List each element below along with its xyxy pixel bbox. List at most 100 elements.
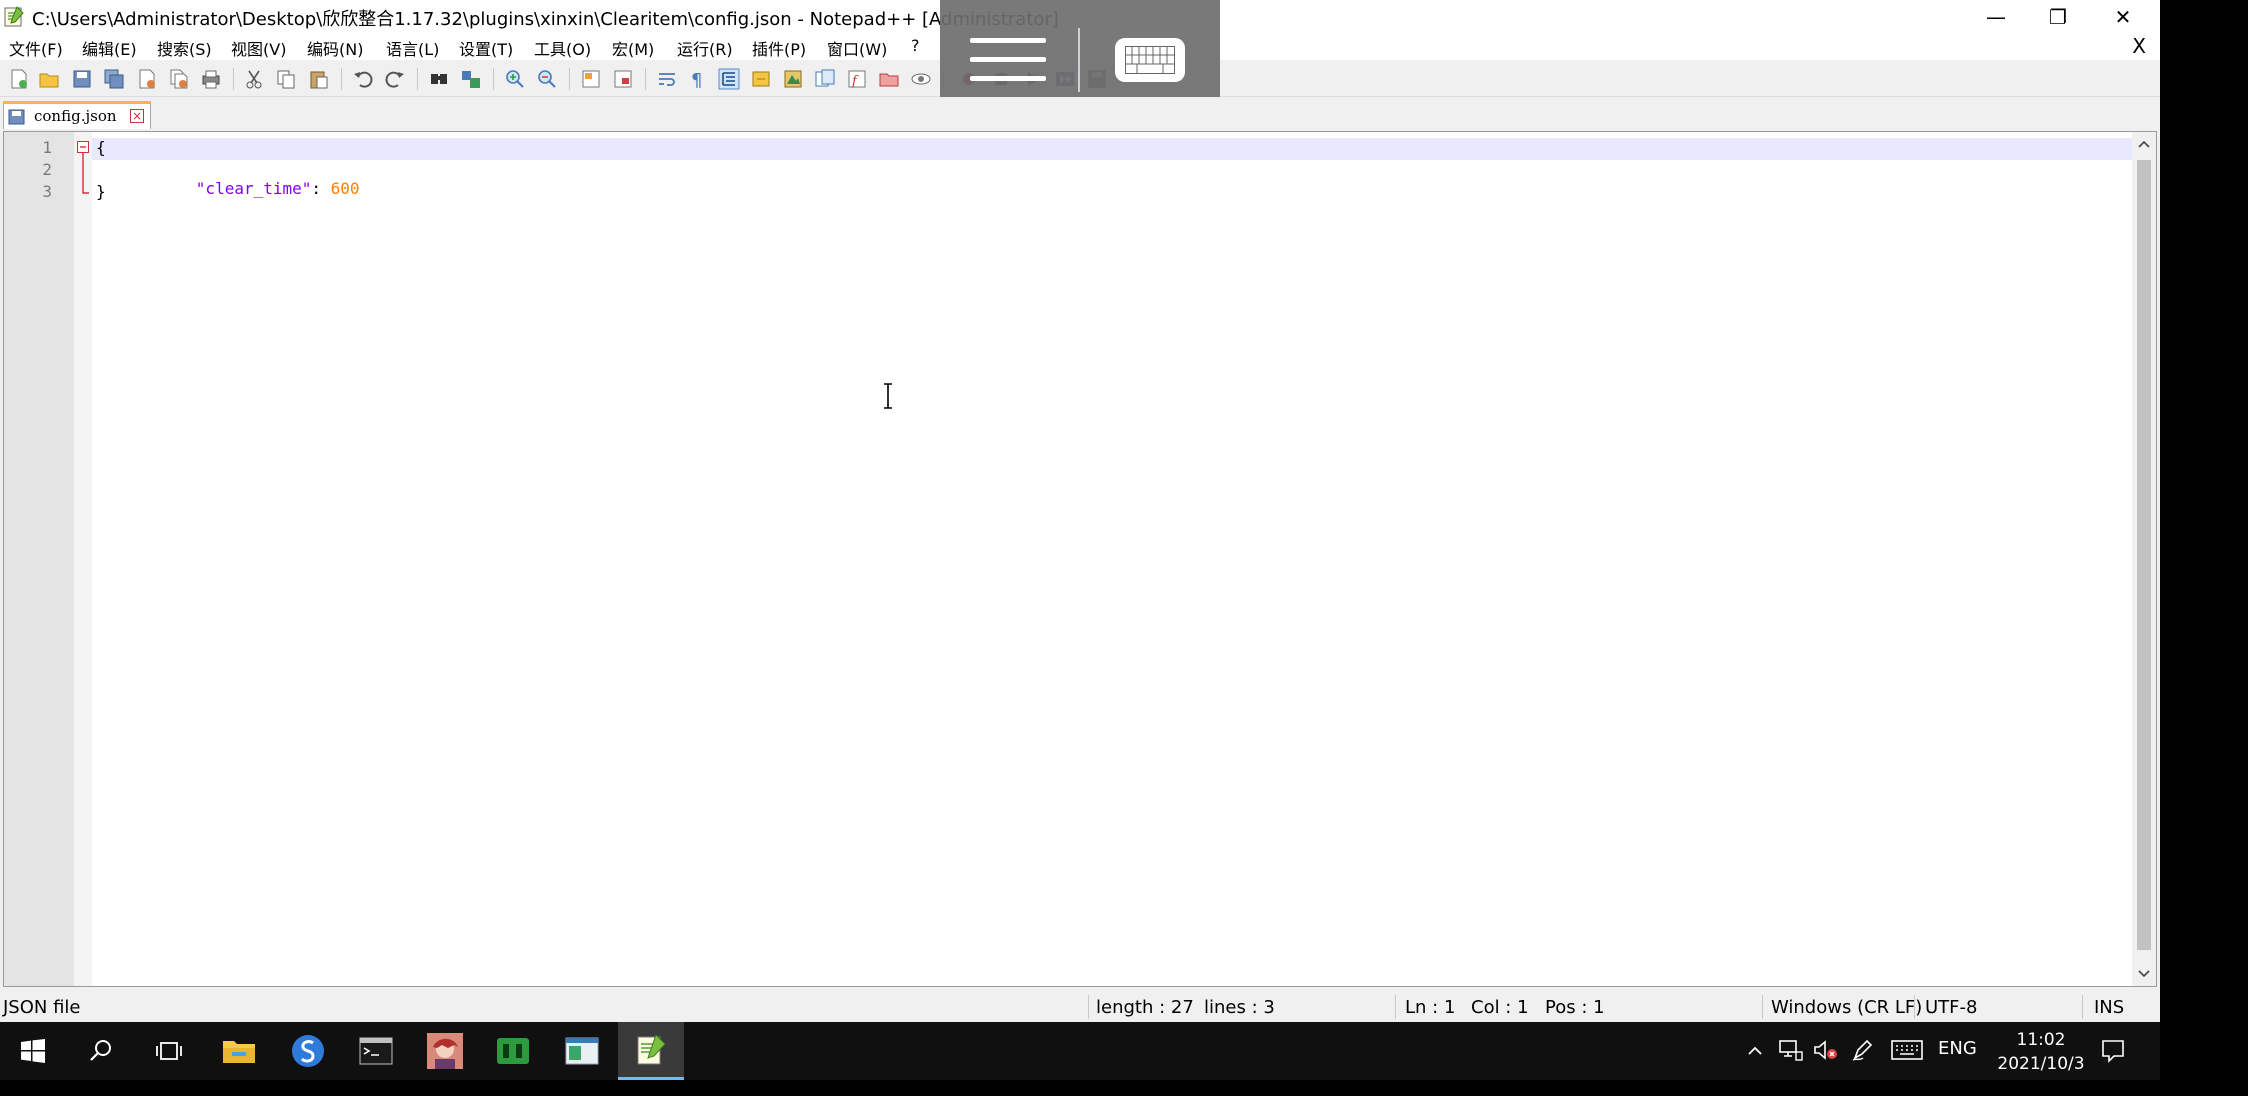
copy-icon[interactable]: [275, 68, 297, 90]
menu-edit[interactable]: 编辑(E): [82, 36, 137, 60]
windows-logo-icon: [21, 1039, 45, 1063]
chevron-up-icon[interactable]: [1746, 1042, 1764, 1060]
folder-as-workspace-icon[interactable]: [878, 68, 900, 90]
sync-vertical-icon[interactable]: [580, 68, 602, 90]
taskbar-terminal[interactable]: [343, 1022, 409, 1080]
tab-label: config.json: [34, 107, 117, 125]
line-number-margin: 1 2 3: [4, 132, 74, 986]
toolbar-divider: [417, 68, 418, 90]
menu-help[interactable]: ?: [911, 36, 920, 55]
menu-run[interactable]: 运行(R): [677, 36, 733, 60]
close-document-button[interactable]: X: [2132, 34, 2146, 58]
notepadpp-app-icon: [4, 6, 24, 27]
search-icon: [90, 1040, 111, 1061]
line-number: 2: [42, 160, 52, 179]
minimize-button[interactable]: —: [1965, 0, 2027, 33]
close-button[interactable]: ✕: [2092, 0, 2154, 33]
restore-button[interactable]: ❐: [2027, 0, 2089, 33]
menu-settings[interactable]: 设置(T): [459, 36, 513, 60]
user-defined-language-icon[interactable]: [750, 68, 772, 90]
menu-window[interactable]: 窗口(W): [827, 36, 887, 60]
save-icon[interactable]: [71, 68, 93, 90]
status-eol: Windows (CR LF): [1771, 997, 1923, 1018]
status-insert-mode: INS: [2094, 997, 2125, 1018]
show-all-characters-icon[interactable]: ¶: [686, 68, 708, 90]
undo-icon[interactable]: [352, 68, 374, 90]
menu-macro[interactable]: 宏(M): [612, 36, 654, 60]
start-button[interactable]: [0, 1022, 66, 1080]
input-language-indicator[interactable]: ENG: [1938, 1038, 1977, 1096]
close-icon: ✕: [2114, 4, 2132, 29]
scroll-down-icon[interactable]: [2137, 968, 2151, 980]
taskbar-file-explorer[interactable]: [206, 1022, 272, 1080]
clock-date: 2021/10/3: [1997, 1054, 2085, 1074]
monitoring-icon[interactable]: [910, 68, 932, 90]
open-file-icon[interactable]: [38, 68, 60, 90]
fold-marker-icon[interactable]: [76, 141, 92, 201]
menu-view[interactable]: 视图(V): [231, 36, 286, 60]
document-list-icon[interactable]: [814, 68, 836, 90]
json-key: "clear_time": [195, 179, 312, 198]
toolbar-divider: [645, 68, 646, 90]
menu-tools[interactable]: 工具(O): [534, 36, 591, 60]
menu-encoding[interactable]: 编码(N): [307, 36, 363, 60]
status-pos: Pos : 1: [1545, 997, 1605, 1018]
indent-guide-icon[interactable]: [718, 68, 740, 90]
redo-icon[interactable]: [384, 68, 406, 90]
menu-plugins[interactable]: 插件(P): [752, 36, 806, 60]
text-cursor-icon: [884, 383, 892, 409]
new-file-icon[interactable]: [8, 68, 30, 90]
pen-icon[interactable]: [1851, 1038, 1875, 1062]
hamburger-menu-icon[interactable]: [970, 38, 1046, 84]
keyboard-icon[interactable]: [1115, 38, 1185, 82]
function-list-icon[interactable]: f: [846, 68, 868, 90]
toolbar-divider: [493, 68, 494, 90]
scroll-up-icon[interactable]: [2137, 138, 2151, 150]
document-map-icon[interactable]: [782, 68, 804, 90]
menu-language[interactable]: 语言(L): [386, 36, 439, 60]
volume-muted-icon[interactable]: [1812, 1038, 1838, 1062]
close-all-icon[interactable]: [168, 68, 190, 90]
network-icon[interactable]: [1778, 1038, 1804, 1062]
windows-taskbar: ENG 11:02 2021/10/3: [0, 1022, 2160, 1080]
toolbar-divider: [569, 68, 570, 90]
zoom-in-icon[interactable]: [504, 68, 526, 90]
taskbar-anime-app[interactable]: [412, 1022, 478, 1080]
taskbar-notepadpp[interactable]: [618, 1022, 684, 1080]
system-clock[interactable]: 11:02 2021/10/3: [1986, 1028, 2096, 1076]
code-line-1: {: [96, 138, 106, 157]
saved-file-icon: [8, 109, 25, 125]
fold-margin: [74, 132, 92, 986]
word-wrap-icon[interactable]: [656, 68, 678, 90]
window-app-icon: [565, 1037, 599, 1065]
taskbar-green-app[interactable]: [480, 1022, 546, 1080]
close-file-icon[interactable]: [136, 68, 158, 90]
find-icon[interactable]: [428, 68, 450, 90]
vertical-scrollbar[interactable]: [2132, 132, 2156, 986]
taskbar-sogou[interactable]: [275, 1022, 341, 1080]
search-button[interactable]: [68, 1022, 134, 1080]
sync-horizontal-icon[interactable]: [612, 68, 634, 90]
print-icon[interactable]: [200, 68, 222, 90]
taskbar-window-app[interactable]: [549, 1022, 615, 1080]
replace-icon[interactable]: [460, 68, 482, 90]
editor-area[interactable]: 1 2 3 { "clear_time": 600 }: [3, 131, 2157, 987]
cut-icon[interactable]: [243, 68, 265, 90]
tab-config-json[interactable]: config.json ×: [3, 101, 151, 129]
touch-keyboard-icon[interactable]: [1891, 1040, 1923, 1060]
tab-close-icon[interactable]: ×: [130, 109, 144, 123]
folder-icon: [223, 1041, 255, 1063]
terminal-icon: [359, 1037, 393, 1065]
notification-center-icon[interactable]: [2100, 1038, 2126, 1064]
status-encoding: UTF-8: [1925, 997, 1978, 1018]
code-line-2: "clear_time": 600: [138, 160, 360, 217]
menu-search[interactable]: 搜索(S): [157, 36, 212, 60]
save-all-icon[interactable]: [103, 68, 125, 90]
scrollbar-thumb[interactable]: [2137, 160, 2151, 950]
anime-avatar-icon: [427, 1033, 463, 1069]
zoom-out-icon[interactable]: [536, 68, 558, 90]
line-number: 3: [42, 182, 52, 201]
menu-file[interactable]: 文件(F): [9, 36, 63, 60]
task-view-button[interactable]: [136, 1022, 202, 1080]
paste-icon[interactable]: [308, 68, 330, 90]
